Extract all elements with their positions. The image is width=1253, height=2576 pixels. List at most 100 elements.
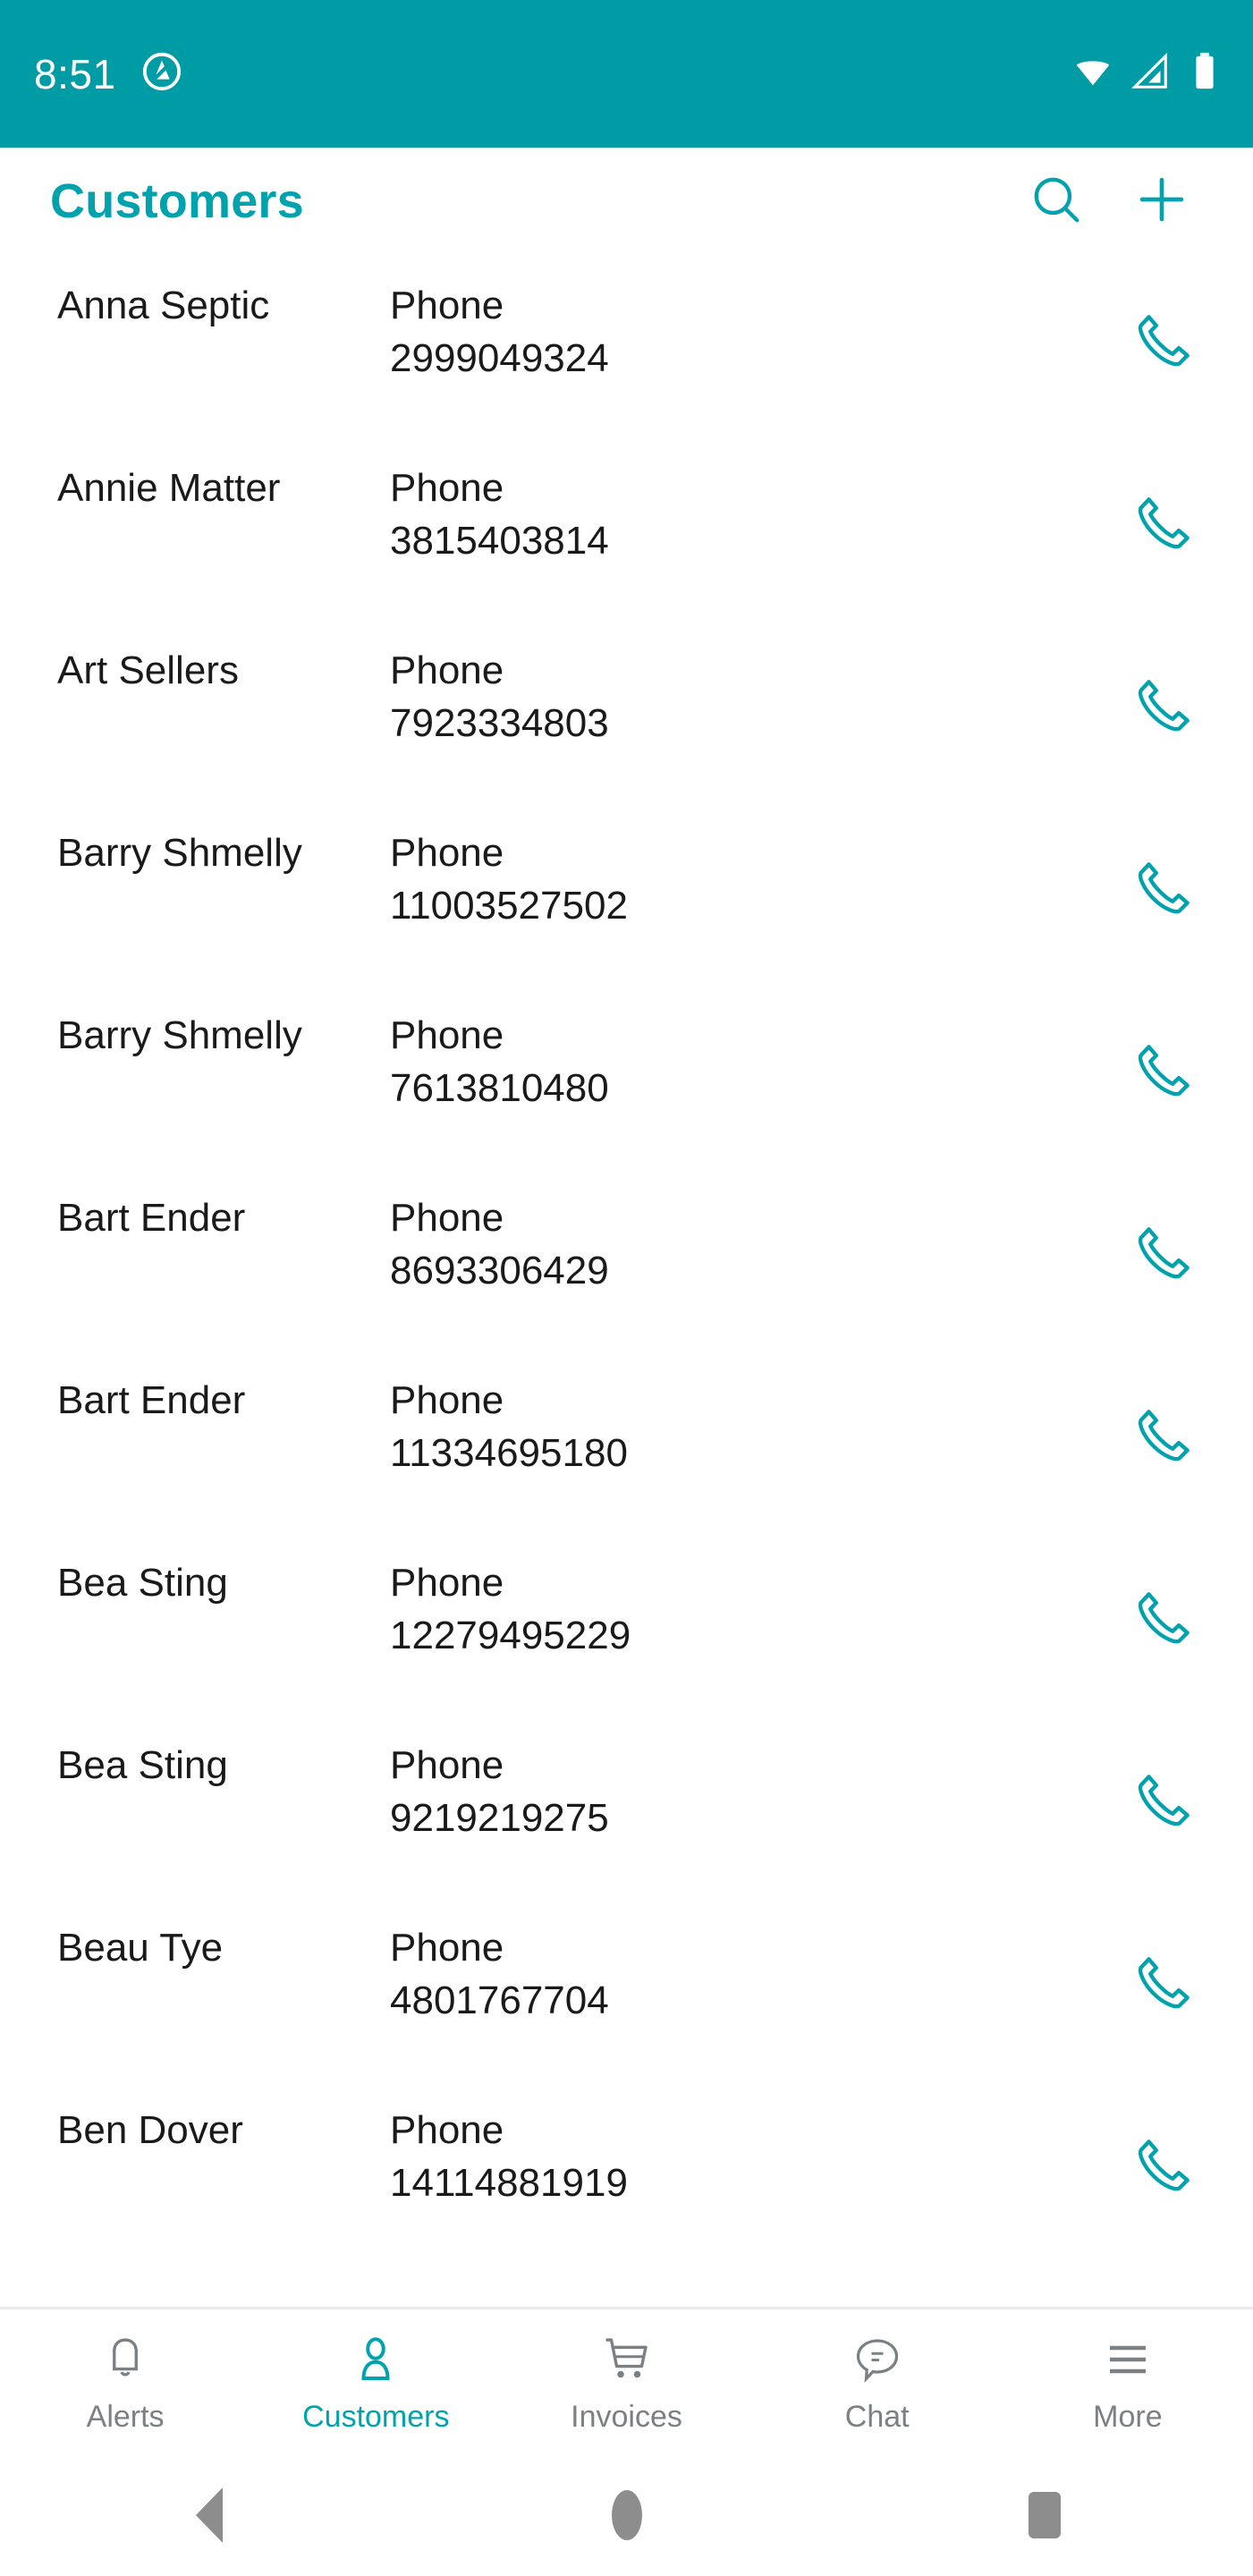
phone-number: 7613810480: [390, 1065, 609, 1110]
customer-phone-block: Phone 7923334803: [386, 645, 1074, 750]
call-button[interactable]: [1074, 1192, 1253, 1288]
status-bar-left: 8:51: [34, 51, 182, 97]
customer-row[interactable]: Bea Sting Phone 12279495229: [0, 1532, 1253, 1715]
customer-row[interactable]: Bea Sting Phone 9219219275: [0, 1715, 1253, 1897]
tab-label: Invoices: [571, 2400, 682, 2434]
home-circle-icon: [611, 2490, 642, 2540]
tab-label: More: [1093, 2400, 1163, 2434]
nav-home-button[interactable]: [418, 2490, 835, 2540]
android-nav-bar: [0, 2454, 1253, 2576]
customer-phone-block: Phone 12279495229: [386, 1557, 1074, 1663]
search-icon: [1029, 172, 1084, 232]
call-button[interactable]: [1074, 1557, 1253, 1653]
customer-row[interactable]: Bart Ender Phone 8693306429: [0, 1167, 1253, 1350]
phone-label: Phone: [390, 831, 504, 875]
phone-label: Phone: [390, 1013, 504, 1057]
phone-call-icon: [1133, 1588, 1194, 1653]
customer-name: Bart Ender: [57, 1378, 246, 1422]
customer-row[interactable]: Beau Tye Phone 4801767704: [0, 1897, 1253, 2080]
phone-label: Phone: [390, 1196, 504, 1240]
customer-name: Anna Septic: [57, 284, 270, 327]
phone-label: Phone: [390, 1743, 504, 1787]
recents-square-icon: [1028, 2492, 1061, 2538]
phone-call-icon: [1133, 2135, 1194, 2200]
nav-back-button[interactable]: [0, 2487, 418, 2543]
tab-label: Alerts: [86, 2400, 165, 2434]
phone-number: 2999049324: [390, 335, 609, 380]
phone-call-icon: [1133, 310, 1194, 376]
phone-call-icon: [1133, 1223, 1194, 1288]
tab-more[interactable]: More: [1003, 2309, 1253, 2454]
customer-phone-block: Phone 2999049324: [386, 280, 1074, 386]
nav-recents-button[interactable]: [835, 2492, 1253, 2538]
customer-list-scroll-area[interactable]: Anna Septic Phone 2999049324 Annie Matter Ph…: [0, 255, 1253, 2307]
hamburger-menu-icon: [1101, 2332, 1155, 2387]
call-button[interactable]: [1074, 1010, 1253, 1106]
chat-bubble-icon: [851, 2332, 904, 2387]
call-button[interactable]: [1074, 827, 1253, 923]
battery-full-icon: [1187, 51, 1223, 97]
tab-customers[interactable]: Customers: [250, 2309, 501, 2454]
cellular-signal-icon: [1130, 51, 1171, 97]
status-bar-right: [1072, 51, 1223, 97]
call-button[interactable]: [1074, 2105, 1253, 2200]
customer-row[interactable]: Ben Dover Phone 14114881919: [0, 2080, 1253, 2262]
customer-row[interactable]: Annie Matter Phone 3815403814: [0, 437, 1253, 620]
call-button[interactable]: [1074, 462, 1253, 558]
phone-number: 8693306429: [390, 1248, 609, 1292]
customer-row[interactable]: Barry Shmelly Phone 11003527502: [0, 802, 1253, 985]
back-triangle-icon: [195, 2487, 223, 2543]
tab-chat[interactable]: Chat: [752, 2309, 1003, 2454]
call-button[interactable]: [1074, 1740, 1253, 1835]
app-notification-icon: [141, 51, 182, 97]
customer-row[interactable]: Art Sellers Phone 7923334803: [0, 620, 1253, 802]
customer-row[interactable]: Anna Septic Phone 2999049324: [0, 255, 1253, 437]
customer-phone-block: Phone 3815403814: [386, 462, 1074, 568]
phone-label: Phone: [390, 466, 504, 510]
phone-label: Phone: [390, 1561, 504, 1605]
phone-label: Phone: [390, 1378, 504, 1422]
app-bar-actions: [1024, 169, 1217, 233]
app-bar: Customers: [0, 148, 1253, 255]
wifi-icon: [1072, 51, 1113, 97]
phone-number: 4801767704: [390, 1978, 609, 2022]
call-button[interactable]: [1074, 1375, 1253, 1470]
phone-call-icon: [1133, 858, 1194, 923]
status-bar: 8:51: [0, 0, 1253, 148]
customer-phone-block: Phone 11003527502: [386, 827, 1074, 933]
bottom-tab-bar: Alerts Customers Invoices Chat More: [0, 2307, 1253, 2454]
phone-number: 9219219275: [390, 1795, 609, 1840]
call-button[interactable]: [1074, 280, 1253, 376]
phone-call-icon: [1133, 1953, 1194, 2018]
app-root: 8:51 Customers Anna Septic Phone 2999049…: [0, 0, 1253, 2576]
customer-phone-block: Phone 7613810480: [386, 1010, 1074, 1115]
bell-icon: [98, 2332, 152, 2387]
tab-alerts[interactable]: Alerts: [0, 2309, 250, 2454]
phone-call-icon: [1133, 675, 1194, 741]
customer-name: Barry Shmelly: [57, 1013, 302, 1057]
search-button[interactable]: [1024, 169, 1088, 233]
tab-invoices[interactable]: Invoices: [501, 2309, 751, 2454]
customer-list: Anna Septic Phone 2999049324 Annie Matter Ph…: [0, 255, 1253, 2262]
customer-name: Bea Sting: [57, 1561, 228, 1605]
customer-row[interactable]: Barry Shmelly Phone 7613810480: [0, 985, 1253, 1167]
call-button[interactable]: [1074, 645, 1253, 741]
phone-number: 11334695180: [390, 1430, 628, 1475]
phone-call-icon: [1133, 1405, 1194, 1470]
customer-name: Art Sellers: [57, 648, 239, 692]
plus-icon: [1134, 172, 1190, 232]
customer-name: Ben Dover: [57, 2108, 243, 2152]
customer-name: Bea Sting: [57, 1743, 228, 1787]
add-customer-button[interactable]: [1130, 169, 1194, 233]
phone-number: 3815403814: [390, 518, 609, 563]
customer-name: Barry Shmelly: [57, 831, 302, 875]
phone-label: Phone: [390, 1926, 504, 1970]
phone-number: 14114881919: [390, 2160, 628, 2205]
tab-label: Customers: [302, 2400, 450, 2434]
call-button[interactable]: [1074, 1922, 1253, 2018]
customer-name: Annie Matter: [57, 466, 281, 510]
phone-label: Phone: [390, 284, 504, 327]
customer-phone-block: Phone 8693306429: [386, 1192, 1074, 1298]
phone-label: Phone: [390, 648, 504, 692]
customer-row[interactable]: Bart Ender Phone 11334695180: [0, 1350, 1253, 1532]
